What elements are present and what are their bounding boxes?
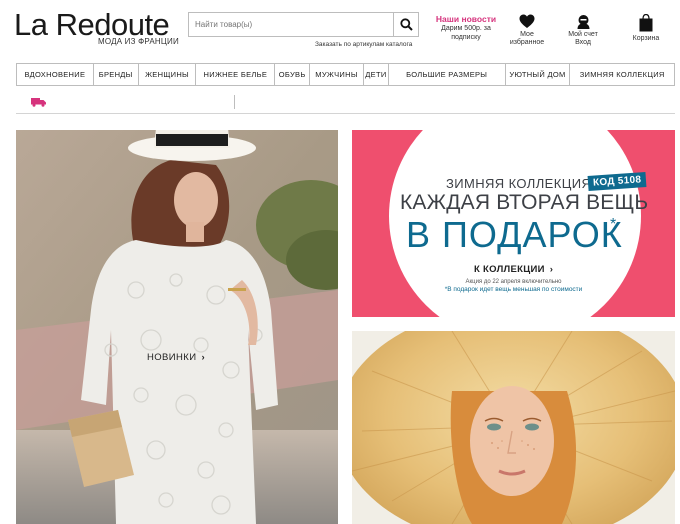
info-strip [16, 90, 675, 114]
nav-item-plus-size[interactable]: БОЛЬШИЕ РАЗМЕРЫ [389, 64, 506, 85]
banner-headline: КАЖДАЯ ВТОРАЯ ВЕЩЬ [400, 191, 649, 214]
catalog-order-link[interactable]: Заказать по артикулам каталога [315, 41, 412, 48]
nav-item-home[interactable]: УЮТНЫЙ ДОМ [506, 64, 571, 85]
bag-icon [639, 14, 653, 32]
nav-item-women[interactable]: ЖЕНЩИНЫ [139, 64, 197, 85]
favorites-button[interactable]: Мое избранное [508, 14, 546, 47]
banner-terms: Акция до 22 апреля включительно [465, 279, 562, 285]
straw-hat-promo[interactable] [352, 331, 675, 524]
cart-button[interactable]: Корзина [626, 14, 666, 43]
main-navigation: ВДОХНОВЕНИЕ БРЕНДЫ ЖЕНЩИНЫ НИЖНЕЕ БЕЛЬЕ … [16, 63, 675, 86]
promo-banner[interactable]: ЗИМНЯЯ КОЛЛЕКЦИЯ КОД 5108 КАЖДАЯ ВТОРАЯ … [352, 130, 675, 317]
nav-item-shoes[interactable]: ОБУВЬ [275, 64, 311, 85]
account-button[interactable]: Мой счет Вход [564, 14, 602, 47]
promo-line-2: подписку [451, 34, 481, 41]
promo-line-1: Дарим 500р. за [441, 25, 491, 32]
truck-icon[interactable] [31, 97, 46, 107]
search-icon [399, 18, 413, 31]
favorites-label-2: избранное [509, 39, 545, 46]
banner-asterisk: * [610, 216, 617, 233]
banner-footnote: *В подарок идет вещь меньшая по стоимост… [444, 286, 583, 293]
straw-hat-photo [352, 331, 675, 524]
nav-item-lingerie[interactable]: НИЖНЕЕ БЕЛЬЕ [196, 64, 276, 85]
heart-icon [519, 14, 535, 28]
hero-photo [16, 130, 338, 524]
nav-item-winter-collection[interactable]: ЗИМНЯЯ КОЛЛЕКЦИЯ [570, 64, 674, 85]
search-input[interactable] [189, 13, 394, 36]
nav-item-inspiration[interactable]: ВДОХНОВЕНИЕ [17, 64, 94, 85]
hero-new-arrivals[interactable]: НОВИНКИ › [16, 130, 338, 524]
collection-link[interactable]: К КОЛЛЕКЦИИ › [474, 264, 553, 275]
strip-divider [234, 95, 235, 109]
favorites-label-1: Мое [520, 31, 534, 38]
nav-item-men[interactable]: МУЖЧИНЫ [310, 64, 364, 85]
banner-season: ЗИМНЯЯ КОЛЛЕКЦИЯ [446, 176, 592, 191]
collection-link-label: К КОЛЛЕКЦИИ [474, 264, 545, 275]
banner-gift-text: В ПОДАРОК [406, 214, 623, 255]
new-arrivals-label: НОВИНКИ [147, 352, 197, 363]
new-arrivals-link[interactable]: НОВИНКИ › [147, 352, 205, 363]
chevron-right-icon: › [549, 264, 554, 275]
cart-label: Корзина [632, 35, 660, 42]
account-label-2: Вход [575, 39, 591, 46]
promo-title: Наши новости [435, 14, 497, 24]
logo-tagline: МОДА ИЗ ФРАНЦИИ [98, 37, 179, 46]
newsletter-promo[interactable]: Наши новости Дарим 500р. за подписку [433, 15, 499, 42]
search-bar [188, 12, 419, 37]
account-label-1: Мой счет [568, 31, 598, 38]
search-button[interactable] [393, 13, 418, 36]
chevron-right-icon: › [201, 352, 206, 363]
user-icon [577, 15, 589, 29]
nav-item-kids[interactable]: ДЕТИ [364, 64, 389, 85]
nav-item-brands[interactable]: БРЕНДЫ [94, 64, 139, 85]
